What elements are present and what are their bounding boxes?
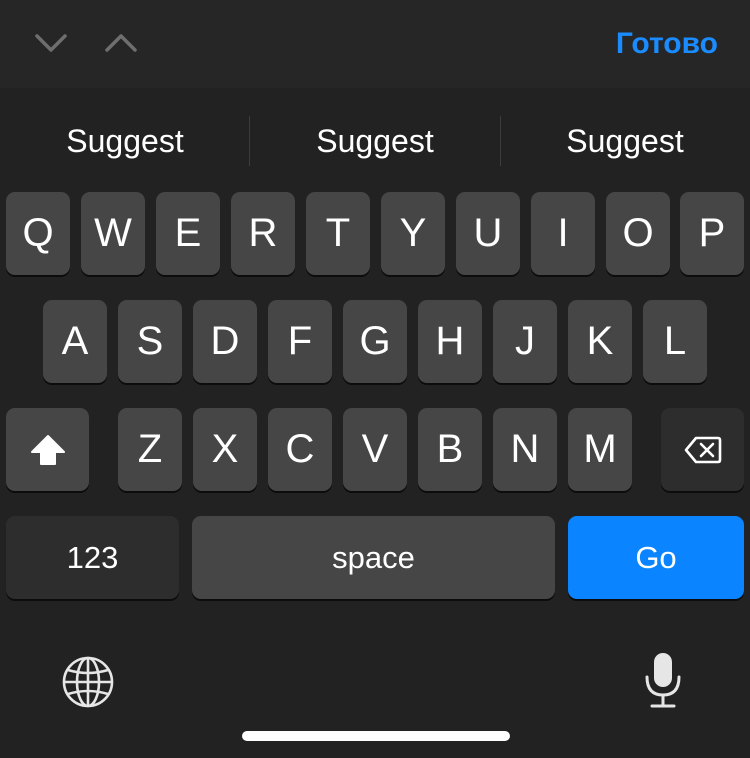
key-q[interactable]: Q <box>6 192 70 275</box>
key-b[interactable]: B <box>418 408 482 491</box>
key-i[interactable]: I <box>531 192 595 275</box>
key-z[interactable]: Z <box>118 408 182 491</box>
backspace-key[interactable] <box>661 408 744 491</box>
key-u[interactable]: U <box>456 192 520 275</box>
key-x[interactable]: X <box>193 408 257 491</box>
microphone-icon[interactable] <box>640 650 686 710</box>
key-w[interactable]: W <box>81 192 145 275</box>
key-d[interactable]: D <box>193 300 257 383</box>
key-l[interactable]: L <box>643 300 707 383</box>
key-c[interactable]: C <box>268 408 332 491</box>
key-y[interactable]: Y <box>381 192 445 275</box>
key-s[interactable]: S <box>118 300 182 383</box>
suggestion-item[interactable]: Suggest <box>500 116 750 166</box>
numbers-key[interactable]: 123 <box>6 516 179 599</box>
shift-key[interactable] <box>6 408 89 491</box>
suggestion-item[interactable]: Suggest <box>250 116 500 166</box>
suggestion-bar: Suggest Suggest Suggest <box>0 88 750 192</box>
key-j[interactable]: J <box>493 300 557 383</box>
key-a[interactable]: A <box>43 300 107 383</box>
key-n[interactable]: N <box>493 408 557 491</box>
done-button[interactable]: Готово <box>616 24 718 64</box>
key-v[interactable]: V <box>343 408 407 491</box>
key-t[interactable]: T <box>306 192 370 275</box>
key-f[interactable]: F <box>268 300 332 383</box>
key-h[interactable]: H <box>418 300 482 383</box>
globe-icon[interactable] <box>60 654 116 710</box>
backspace-icon <box>684 436 722 464</box>
chevron-down-icon[interactable] <box>34 30 68 56</box>
shift-icon <box>30 434 66 466</box>
key-p[interactable]: P <box>680 192 744 275</box>
key-g[interactable]: G <box>343 300 407 383</box>
key-k[interactable]: K <box>568 300 632 383</box>
space-key[interactable]: space <box>192 516 555 599</box>
chevron-up-icon[interactable] <box>104 30 138 56</box>
keyboard-toolbar: Готово <box>0 0 750 88</box>
key-r[interactable]: R <box>231 192 295 275</box>
key-o[interactable]: O <box>606 192 670 275</box>
go-button[interactable]: Go <box>568 516 744 599</box>
home-indicator[interactable] <box>242 731 510 741</box>
key-e[interactable]: E <box>156 192 220 275</box>
suggestion-item[interactable]: Suggest <box>0 116 250 166</box>
key-m[interactable]: M <box>568 408 632 491</box>
